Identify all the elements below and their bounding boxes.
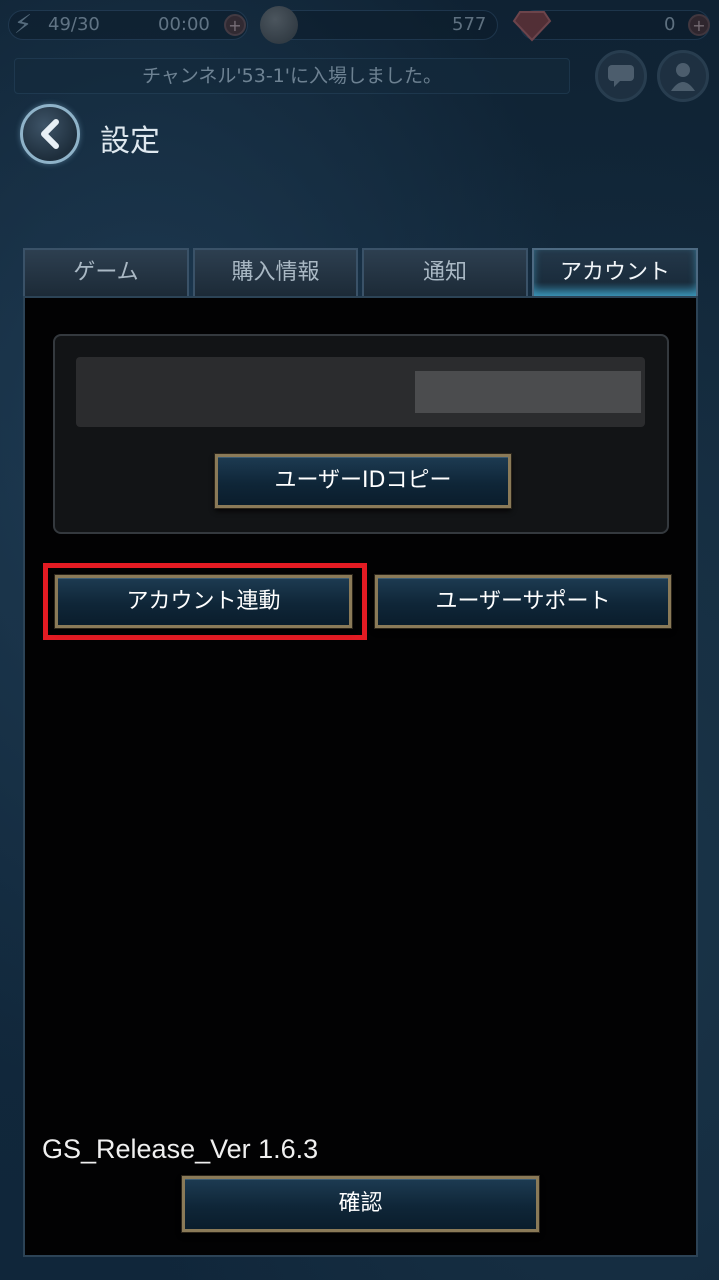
stamina-pill: [8, 10, 248, 40]
account-link-button[interactable]: アカウント連動: [54, 574, 353, 629]
gem-plus-button[interactable]: +: [688, 14, 710, 36]
page-title: 設定: [100, 124, 160, 159]
tab-purchase-info[interactable]: 購入情報: [193, 248, 358, 296]
coin-icon: [260, 6, 298, 44]
confirm-button[interactable]: 確認: [181, 1175, 540, 1233]
profile-button[interactable]: [657, 50, 709, 102]
stamina-plus-button[interactable]: +: [224, 14, 246, 36]
user-support-button[interactable]: ユーザーサポート: [374, 574, 672, 629]
channel-notice: チャンネル'53-1'に入場しました。: [14, 58, 570, 94]
status-bar: ⚡ 49/30 00:00 + 577 0 +: [0, 0, 719, 52]
lightning-icon: ⚡: [13, 10, 33, 40]
version-label: GS_Release_Ver 1.6.3: [42, 1134, 319, 1164]
user-id-value-redacted: [415, 371, 641, 413]
chevron-left-icon: [33, 116, 69, 152]
back-button[interactable]: [20, 104, 80, 164]
chat-icon: [606, 63, 636, 89]
copy-user-id-button[interactable]: ユーザーIDコピー: [214, 453, 512, 509]
gem-icon: [512, 6, 552, 44]
user-icon: [669, 61, 697, 91]
chat-button[interactable]: [595, 50, 647, 102]
stamina-value: 49/30: [48, 14, 100, 35]
tab-account[interactable]: アカウント: [532, 248, 698, 296]
gold-value: 577: [452, 14, 487, 35]
tab-notification[interactable]: 通知: [362, 248, 528, 296]
stamina-timer: 00:00: [158, 14, 210, 35]
gem-value: 0: [664, 14, 676, 35]
tab-game[interactable]: ゲーム: [23, 248, 189, 296]
